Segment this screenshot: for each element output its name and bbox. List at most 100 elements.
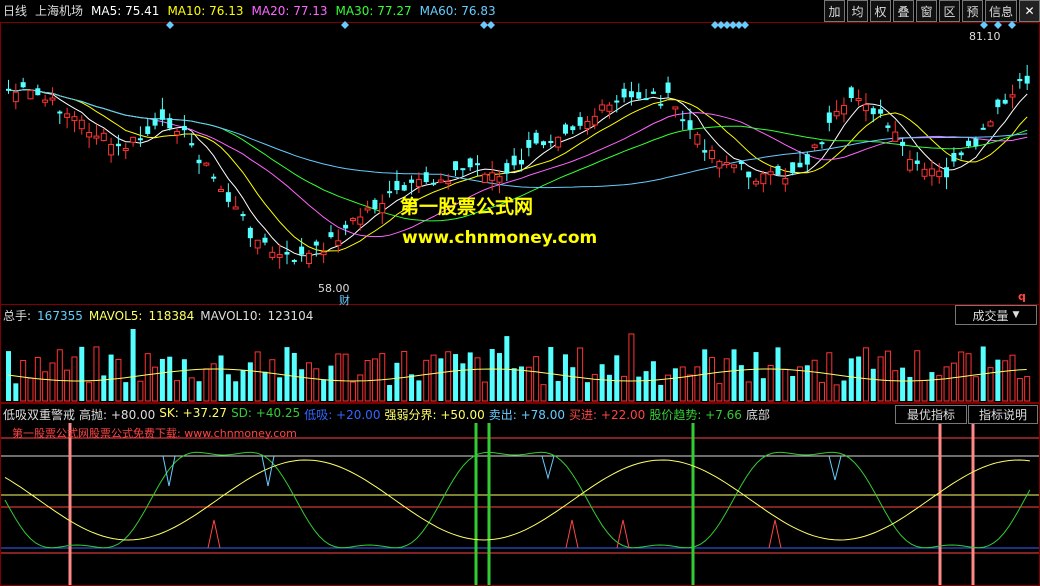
- volume-bar: [584, 382, 590, 401]
- volume-bar: [328, 365, 334, 401]
- volume-bar: [130, 329, 136, 401]
- indicator-item: 强弱分界: +50.00: [384, 408, 485, 422]
- volume-bar: [643, 371, 649, 401]
- volume-bar: [481, 381, 488, 402]
- candle-body: [826, 112, 832, 123]
- volume-bar: [841, 380, 847, 401]
- candle-body: [584, 121, 591, 130]
- candle-body: [519, 159, 524, 165]
- watermark-url: www.chnmoney.com: [402, 228, 598, 248]
- volume-dropdown[interactable]: 成交量 ▼: [955, 305, 1037, 325]
- candle-body: [71, 116, 78, 122]
- candle-body: [379, 203, 386, 214]
- candle-body: [145, 126, 151, 134]
- candle-body: [254, 239, 261, 249]
- candle-body: [49, 97, 56, 101]
- candle-body: [840, 105, 847, 115]
- volume-bar: [203, 368, 210, 402]
- indicator-help-button[interactable]: 指标说明: [968, 405, 1038, 424]
- candle-body: [240, 214, 246, 217]
- volume-bar: [621, 375, 628, 402]
- candle-body: [181, 125, 187, 131]
- q-mark[interactable]: q: [1018, 290, 1026, 303]
- volume-bar: [1024, 376, 1031, 402]
- volume-bar: [115, 358, 122, 402]
- volume-bar: [995, 359, 1001, 401]
- volume-bar: [972, 376, 979, 402]
- candle-body: [276, 254, 283, 258]
- indicator-spike: [828, 455, 842, 481]
- volume-bar: [497, 353, 503, 401]
- candle-body: [203, 162, 210, 166]
- candle-body: [152, 119, 158, 126]
- candle-body: [746, 171, 752, 178]
- mavol10-value: 123104: [267, 308, 314, 323]
- volume-bar: [409, 374, 415, 401]
- volume-bar: [1016, 377, 1023, 402]
- candle-body: [284, 251, 290, 255]
- candle-body: [431, 182, 437, 185]
- best-indicator-button[interactable]: 最优指标: [895, 405, 967, 424]
- candle-body: [394, 180, 400, 191]
- candle-body: [577, 117, 583, 126]
- volume-bar: [152, 366, 159, 402]
- candle-body: [305, 252, 312, 265]
- volume-bar: [453, 354, 459, 401]
- indicator-spike: [768, 519, 782, 549]
- volume-bar: [13, 383, 19, 401]
- volume-bar: [262, 371, 268, 401]
- candle-body: [299, 246, 305, 255]
- volume-bar: [305, 362, 312, 402]
- indicator-sk-line: [4, 459, 1030, 541]
- candle-body: [723, 162, 730, 166]
- volume-bar: [562, 354, 568, 401]
- volume-bar: [64, 369, 71, 402]
- candle-body: [782, 178, 789, 185]
- finance-mark[interactable]: 财: [339, 292, 350, 308]
- volume-bar: [196, 381, 202, 401]
- candle-body: [555, 136, 562, 148]
- volume-bar: [49, 362, 56, 402]
- candle-body: [702, 150, 708, 153]
- volume-bar: [467, 352, 473, 401]
- candle-body: [672, 106, 679, 110]
- candle-body: [848, 87, 854, 99]
- candle-body: [570, 126, 576, 131]
- candle-body: [548, 140, 554, 143]
- candle-body: [1024, 75, 1030, 84]
- candle-body: [797, 162, 803, 168]
- indicator-name[interactable]: 低吸双重警戒: [3, 406, 75, 423]
- volume-bar: [181, 359, 187, 401]
- candle-body: [409, 179, 415, 183]
- volume-bar: [862, 347, 869, 402]
- candle-body: [232, 206, 239, 210]
- volume-bar: [167, 356, 173, 401]
- volume-bar: [379, 353, 386, 402]
- candle-body: [475, 163, 481, 166]
- candle-body: [526, 140, 532, 148]
- candle-body: [738, 161, 744, 165]
- candle-body: [650, 91, 656, 94]
- candle-body: [401, 185, 407, 191]
- candle-body: [716, 161, 723, 169]
- candle-body: [78, 119, 85, 130]
- candle-body: [892, 131, 899, 142]
- volume-bar: [137, 380, 144, 402]
- candle-body: [1017, 78, 1023, 82]
- candle-body: [511, 155, 517, 166]
- volume-bar: [254, 351, 261, 402]
- kline-chart[interactable]: [0, 0, 1040, 586]
- candle-body: [218, 188, 225, 192]
- indicator-item: SD: +40.25: [231, 406, 301, 420]
- indicator-info-bar: 低吸双重警戒 高抛: +80.00 SK: +37.27 SD: +40.25 低吸:…: [3, 406, 770, 423]
- candle-body: [86, 131, 93, 138]
- candle-body: [973, 138, 979, 147]
- candle-body: [995, 99, 1001, 108]
- candle-body: [1002, 99, 1008, 104]
- indicator-item: SK: +37.27: [159, 406, 228, 420]
- volume-bar: [101, 375, 107, 401]
- candle-body: [767, 171, 774, 176]
- candle-body: [870, 108, 876, 115]
- volume-bar: [159, 358, 165, 401]
- volume-bar: [614, 355, 620, 401]
